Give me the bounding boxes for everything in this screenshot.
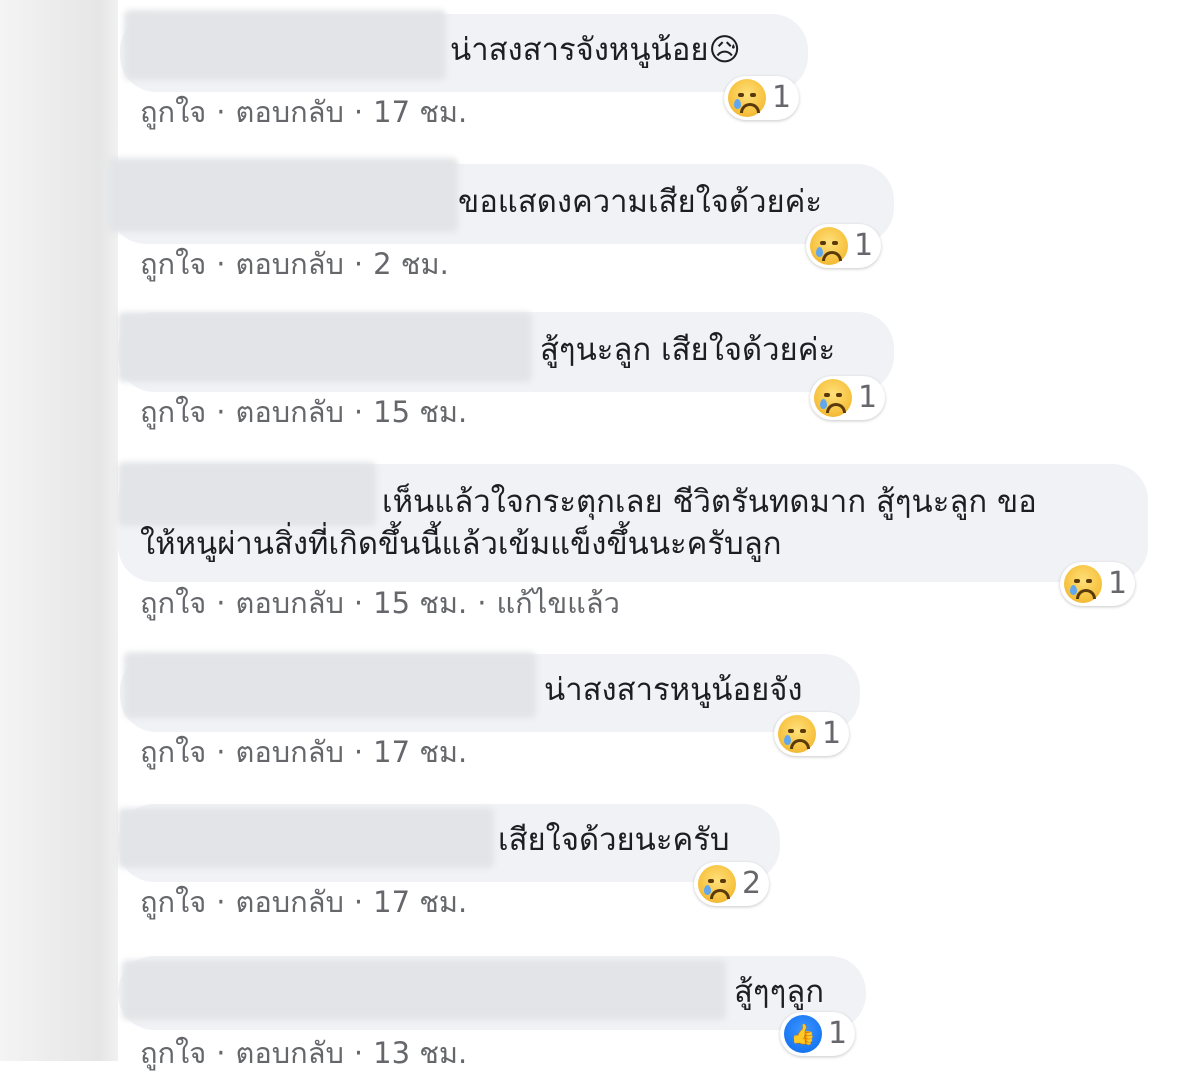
timestamp[interactable]: 17 ชม. bbox=[373, 734, 467, 770]
like-link[interactable]: ถูกใจ bbox=[140, 734, 206, 770]
blurred-name bbox=[124, 652, 536, 718]
reaction-summary[interactable]: 2 bbox=[694, 862, 770, 906]
blurred-name bbox=[118, 462, 376, 526]
reply-link[interactable]: ตอบกลับ bbox=[236, 394, 344, 430]
timestamp[interactable]: 13 ชม. bbox=[373, 1035, 467, 1071]
reaction-summary[interactable]: 1 bbox=[1060, 562, 1136, 606]
reaction-count: 1 bbox=[772, 80, 792, 115]
sad-icon bbox=[728, 79, 766, 117]
comment-text: น่าสงสารหนูน้อยจัง bbox=[544, 672, 803, 708]
reaction-count: 1 bbox=[858, 380, 878, 415]
comment-text: สู้ๆนะลูก เสียใจด้วยค่ะ bbox=[540, 332, 836, 368]
timestamp[interactable]: 15 ชม. bbox=[373, 585, 467, 621]
reaction-count: 1 bbox=[854, 228, 874, 263]
reaction-summary[interactable]: 1 bbox=[806, 224, 882, 268]
reply-link[interactable]: ตอบกลับ bbox=[236, 1035, 344, 1071]
like-link[interactable]: ถูกใจ bbox=[140, 94, 206, 130]
comment-text: เสียใจด้วยนะครับ bbox=[498, 822, 730, 858]
timestamp[interactable]: 17 ชม. bbox=[373, 94, 467, 130]
timestamp[interactable]: 17 ชม. bbox=[373, 884, 467, 920]
comment-text: สู้ๆๆลูก bbox=[734, 974, 824, 1010]
reply-link[interactable]: ตอบกลับ bbox=[236, 884, 344, 920]
reply-link[interactable]: ตอบกลับ bbox=[236, 585, 344, 621]
blurred-name bbox=[118, 312, 532, 382]
sad-icon bbox=[814, 379, 852, 417]
blurred-name bbox=[124, 10, 446, 80]
sad-icon bbox=[1064, 565, 1102, 603]
reply-link[interactable]: ตอบกลับ bbox=[236, 94, 344, 130]
edited-label[interactable]: แก้ไขแล้ว bbox=[496, 585, 619, 621]
reaction-summary[interactable]: 👍 1 bbox=[780, 1012, 856, 1056]
comment-text: ขอแสดงความเสียใจด้วยค่ะ bbox=[458, 184, 823, 220]
reaction-count: 1 bbox=[822, 716, 842, 751]
blurred-name bbox=[122, 960, 726, 1020]
sad-icon bbox=[778, 715, 816, 753]
reply-link[interactable]: ตอบกลับ bbox=[236, 734, 344, 770]
blurred-name bbox=[108, 158, 458, 232]
reaction-summary[interactable]: 1 bbox=[724, 76, 800, 120]
comment-text: น่าสงสารจังหนูน้อย😥 bbox=[450, 32, 741, 68]
like-link[interactable]: ถูกใจ bbox=[140, 585, 206, 621]
sad-icon bbox=[810, 227, 848, 265]
timestamp[interactable]: 15 ชม. bbox=[373, 394, 467, 430]
like-link[interactable]: ถูกใจ bbox=[140, 884, 206, 920]
reaction-count: 2 bbox=[742, 866, 762, 901]
reply-link[interactable]: ตอบกลับ bbox=[236, 246, 344, 282]
reaction-summary[interactable]: 1 bbox=[774, 712, 850, 756]
comment-text-line2: ให้หนูผ่านสิ่งที่เกิดขึ้นนี้แล้วเข้มแข็ง… bbox=[140, 526, 782, 562]
left-shadow bbox=[0, 0, 118, 1081]
like-link[interactable]: ถูกใจ bbox=[140, 394, 206, 430]
like-link[interactable]: ถูกใจ bbox=[140, 246, 206, 282]
reaction-count: 1 bbox=[1108, 566, 1128, 601]
blurred-name bbox=[118, 808, 494, 868]
sad-icon bbox=[698, 865, 736, 903]
timestamp[interactable]: 2 ชม. bbox=[373, 246, 449, 282]
comment-text-line1: เห็นแล้วใจกระตุกเลย ชีวิตรันทดมาก สู้ๆนะ… bbox=[382, 484, 1037, 520]
reaction-count: 1 bbox=[828, 1016, 848, 1051]
reaction-summary[interactable]: 1 bbox=[810, 376, 886, 420]
like-icon: 👍 bbox=[784, 1015, 822, 1053]
like-link[interactable]: ถูกใจ bbox=[140, 1035, 206, 1071]
